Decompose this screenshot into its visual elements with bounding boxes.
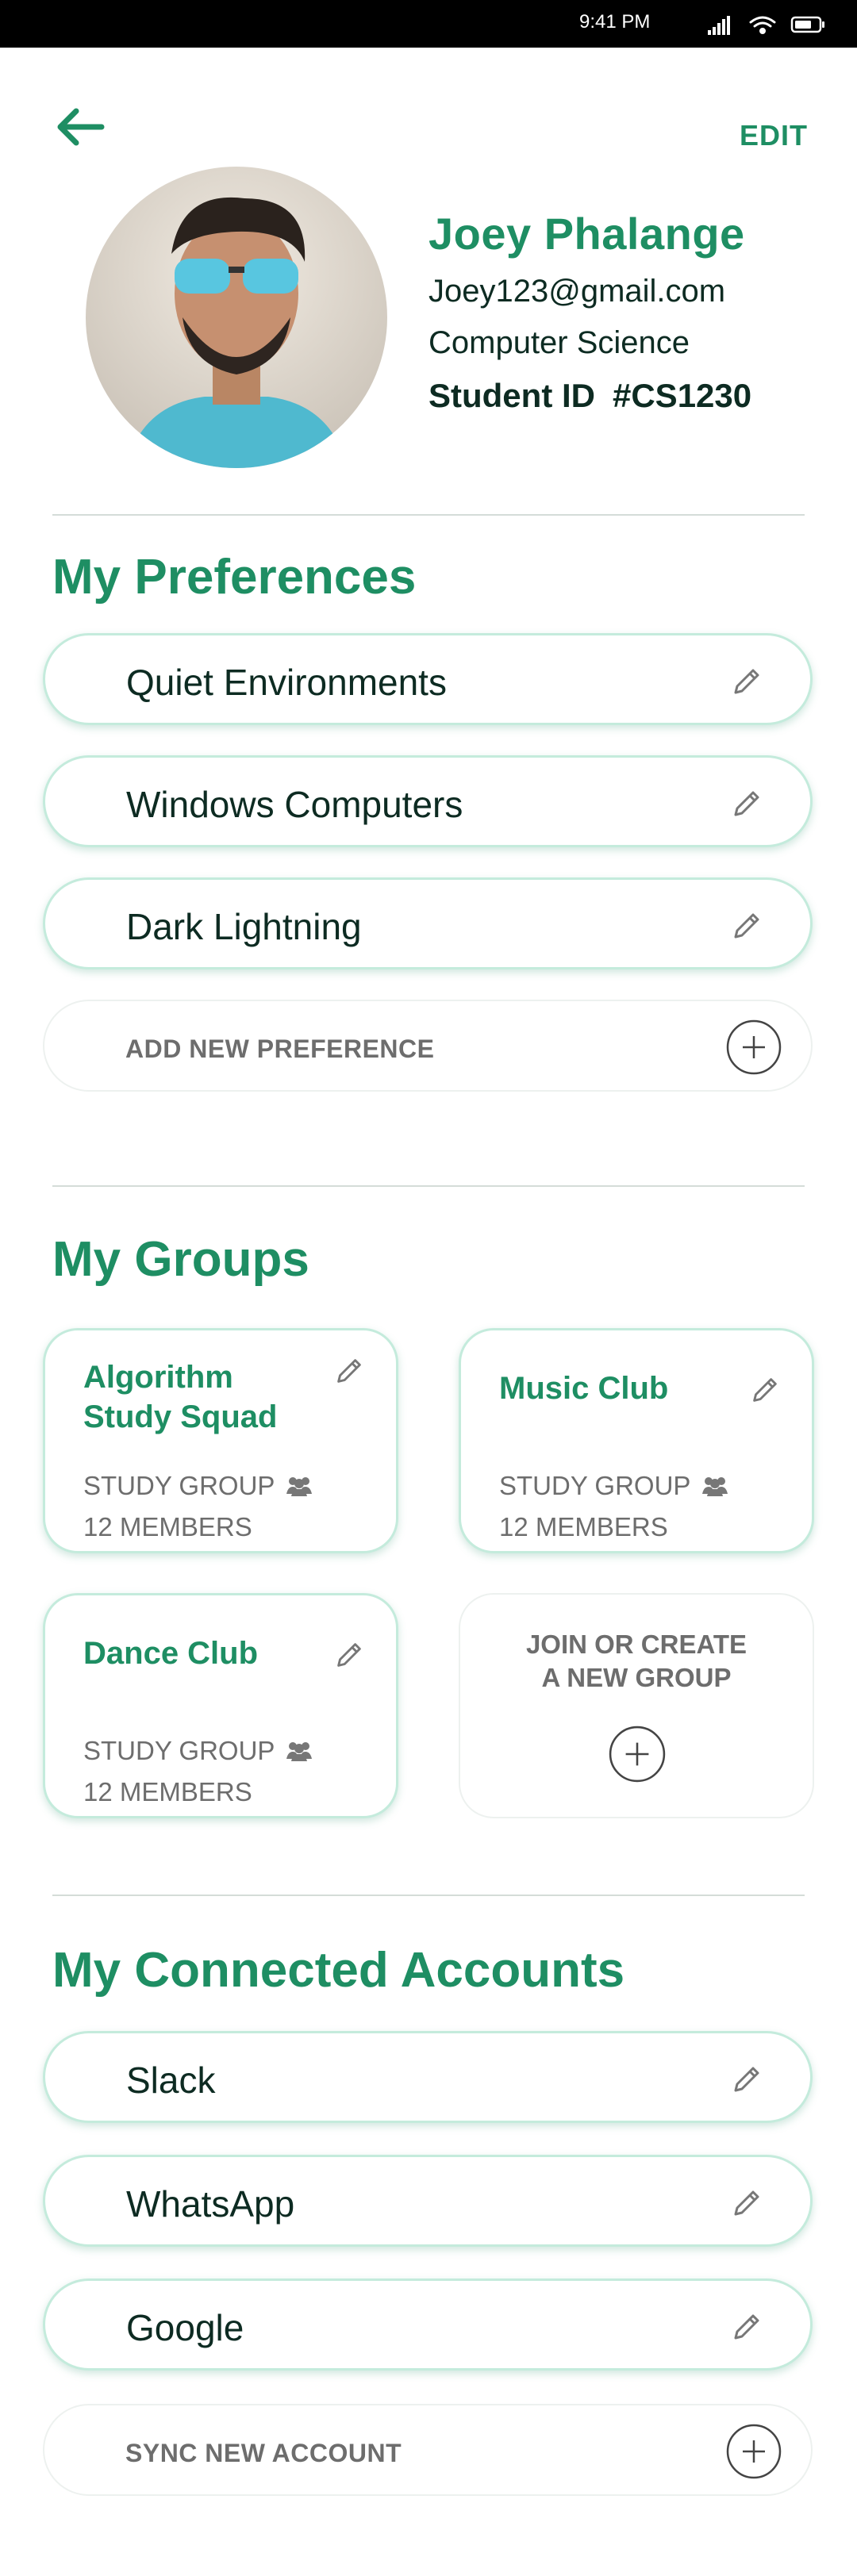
pencil-icon[interactable] <box>729 664 764 699</box>
group-card[interactable]: Algorithm Study Squad STUDY GROUP 12 MEM… <box>43 1328 398 1553</box>
plus-circle-icon[interactable] <box>725 1019 782 1076</box>
battery-icon <box>790 16 824 33</box>
group-type: STUDY GROUP <box>499 1471 691 1500</box>
group-card[interactable]: Music Club STUDY GROUP 12 MEMBERS <box>459 1328 814 1553</box>
account-item[interactable]: WhatsApp <box>43 2155 813 2247</box>
accounts-title: My Connected Accounts <box>52 1943 625 1998</box>
edit-profile-button[interactable]: EDIT <box>740 119 808 152</box>
people-icon <box>702 1477 728 1496</box>
group-type: STUDY GROUP <box>83 1471 275 1500</box>
preferences-title: My Preferences <box>52 550 417 605</box>
group-card[interactable]: Dance Club STUDY GROUP 12 MEMBERS <box>43 1593 398 1818</box>
group-name: Music Club <box>499 1369 737 1408</box>
group-meta: STUDY GROUP 12 MEMBERS <box>83 1465 313 1548</box>
group-members: 12 MEMBERS <box>83 1512 252 1541</box>
group-name-line: Dance Club <box>83 1636 259 1671</box>
student-id-label: Student ID <box>428 377 595 414</box>
account-item[interactable]: Google <box>43 2278 813 2371</box>
add-preference-button[interactable]: ADD NEW PREFERENCE <box>43 1000 813 1092</box>
account-label: Slack <box>126 2060 216 2101</box>
profile-info: Joey Phalange Joey123@gmail.com Computer… <box>428 208 751 415</box>
status-icons <box>708 16 824 35</box>
group-type: STUDY GROUP <box>83 1736 275 1765</box>
divider <box>52 1895 805 1896</box>
group-members: 12 MEMBERS <box>83 1777 252 1806</box>
preference-item[interactable]: Windows Computers <box>43 755 813 847</box>
pencil-icon[interactable] <box>729 2309 764 2344</box>
pencil-icon[interactable] <box>332 1638 366 1672</box>
group-name: Algorithm Study Squad <box>83 1357 321 1437</box>
add-preference-label: ADD NEW PREFERENCE <box>125 1035 435 1063</box>
profile-major: Computer Science <box>428 325 690 360</box>
account-label: WhatsApp <box>126 2183 295 2225</box>
signal-icon <box>708 16 730 35</box>
profile-name: Joey Phalange <box>428 209 745 259</box>
sync-account-button[interactable]: SYNC NEW ACCOUNT <box>43 2404 813 2496</box>
group-name-line: Study Squad <box>83 1399 278 1434</box>
group-meta: STUDY GROUP 12 MEMBERS <box>83 1730 313 1813</box>
student-id: Student ID #CS1230 <box>428 377 751 415</box>
pencil-icon[interactable] <box>748 1373 782 1407</box>
status-bar: 9:41 PM <box>0 0 857 48</box>
preference-item[interactable]: Dark Lightning <box>43 877 813 969</box>
join-create-line: A NEW GROUP <box>541 1663 732 1692</box>
group-name-line: Music Club <box>499 1371 669 1406</box>
pencil-icon[interactable] <box>729 908 764 943</box>
join-create-group-button[interactable]: JOIN OR CREATE A NEW GROUP <box>459 1593 814 1818</box>
profile-email: Joey123@gmail.com <box>428 274 726 309</box>
preference-item[interactable]: Quiet Environments <box>43 633 813 725</box>
pencil-icon[interactable] <box>729 2186 764 2221</box>
groups-title: My Groups <box>52 1232 309 1287</box>
status-time: 9:41 PM <box>579 11 651 33</box>
preference-label: Dark Lightning <box>126 906 362 947</box>
student-id-value: #CS1230 <box>612 377 752 414</box>
group-name-line: Algorithm <box>83 1360 233 1395</box>
account-label: Google <box>126 2307 244 2348</box>
avatar <box>86 167 387 468</box>
preference-label: Windows Computers <box>126 784 463 825</box>
sync-account-label: SYNC NEW ACCOUNT <box>125 2439 402 2467</box>
pencil-icon[interactable] <box>332 1354 366 1388</box>
join-create-label: JOIN OR CREATE A NEW GROUP <box>460 1628 813 1695</box>
preference-label: Quiet Environments <box>126 662 447 703</box>
join-create-line: JOIN OR CREATE <box>525 1630 747 1659</box>
pencil-icon[interactable] <box>729 786 764 821</box>
divider <box>52 1185 805 1187</box>
account-item[interactable]: Slack <box>43 2031 813 2123</box>
plus-circle-icon[interactable] <box>608 1725 667 1783</box>
pencil-icon[interactable] <box>729 2062 764 2097</box>
back-arrow-icon[interactable] <box>52 103 108 151</box>
group-name: Dance Club <box>83 1634 321 1673</box>
plus-circle-icon[interactable] <box>725 2423 782 2480</box>
divider <box>52 514 805 516</box>
group-meta: STUDY GROUP 12 MEMBERS <box>499 1465 728 1548</box>
wifi-icon <box>749 16 776 34</box>
people-icon <box>286 1477 313 1496</box>
people-icon <box>286 1742 313 1761</box>
group-members: 12 MEMBERS <box>499 1512 668 1541</box>
